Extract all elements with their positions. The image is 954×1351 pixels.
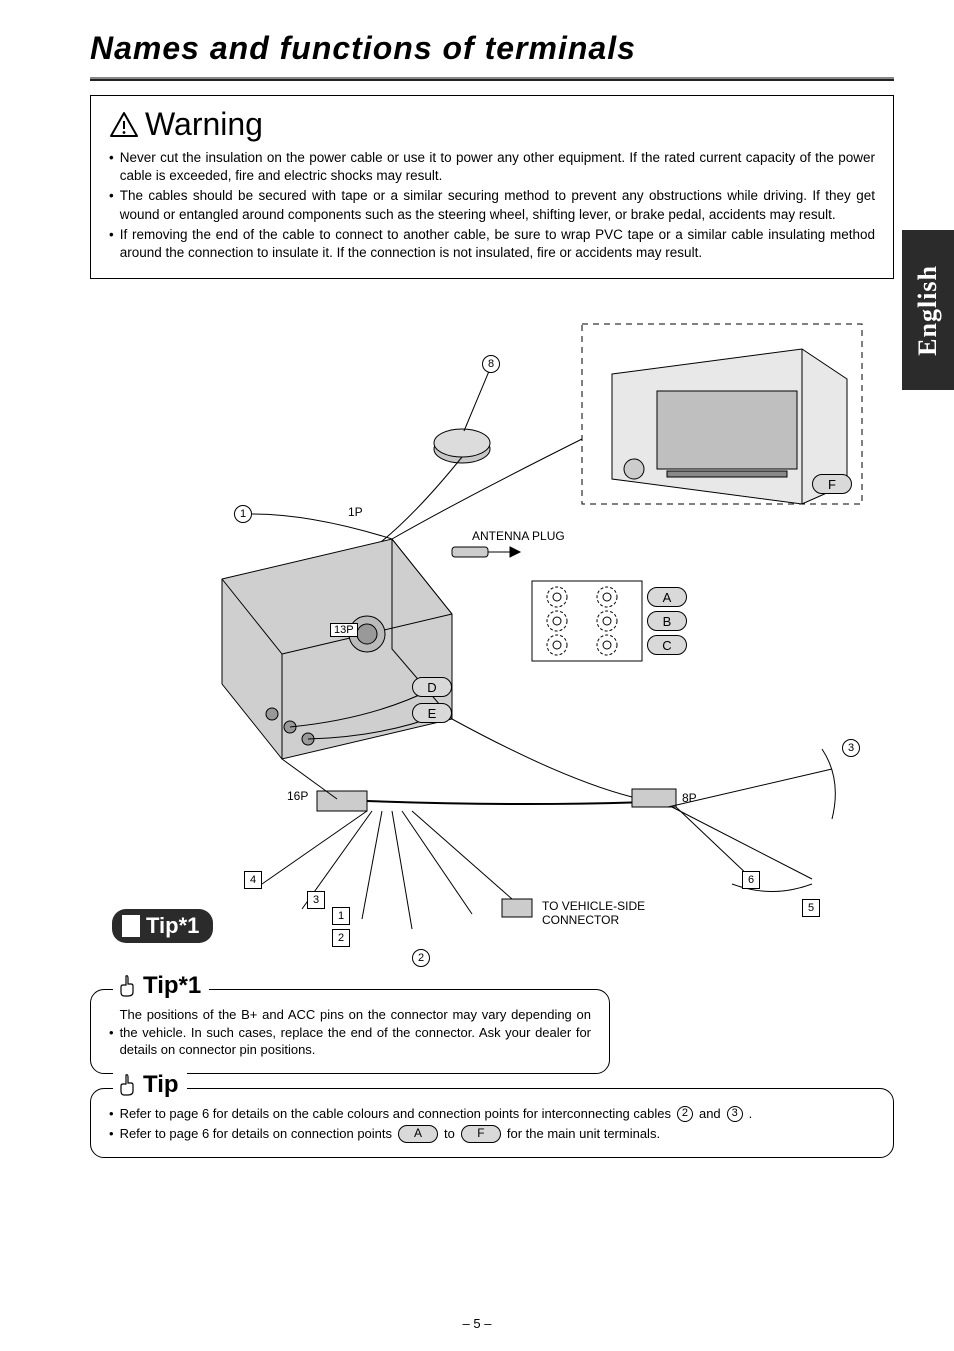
callout-square-1: 1 [332, 907, 350, 925]
label-16P: 16P [287, 789, 308, 803]
diagram: 8 1 3 2 1 2 3 4 5 6 A B C D E F 1P 13P 1… [112, 319, 872, 979]
language-tab: English [902, 230, 954, 390]
warning-triangle-icon [109, 111, 139, 139]
warning-item: •The cables should be secured with tape … [109, 187, 875, 223]
tip-line2-a: Refer to page 6 for details on connectio… [120, 1125, 392, 1143]
tip1-box: Tip*1 •The positions of the B+ and ACC p… [90, 989, 610, 1074]
callout-pill-B: B [647, 611, 687, 631]
label-1P: 1P [348, 505, 363, 519]
callout-square-4: 4 [244, 871, 262, 889]
label-vehicle-side: TO VEHICLE-SIDE CONNECTOR [542, 899, 662, 927]
tip-legend: Tip [113, 1071, 187, 1099]
label-13P: 13P [330, 623, 358, 637]
label-8P: 8P [682, 791, 697, 805]
tip1-body-text: The positions of the B+ and ACC pins on … [120, 1006, 591, 1059]
warning-item-text: The cables should be secured with tape o… [120, 187, 875, 223]
tip-box: Tip • Refer to page 6 for details on the… [90, 1088, 894, 1158]
ref-pill-A: A [398, 1125, 438, 1143]
tip-line1-b: and [699, 1105, 721, 1123]
warning-list: •Never cut the insulation on the power c… [109, 149, 875, 262]
point-hand-icon [117, 1072, 137, 1098]
callout-square-6: 6 [742, 871, 760, 889]
page-number: – 5 – [0, 1316, 954, 1331]
language-tab-text: English [913, 265, 943, 356]
warning-item: •Never cut the insulation on the power c… [109, 149, 875, 185]
tip-line2-b: to [444, 1125, 455, 1143]
tip1-body: •The positions of the B+ and ACC pins on… [109, 1006, 591, 1059]
callout-pill-F: F [812, 474, 852, 494]
callout-pill-E: E [412, 703, 452, 723]
tip-line1-a: Refer to page 6 for details on the cable… [120, 1105, 671, 1123]
tip1-legend-text: Tip*1 [143, 972, 201, 1000]
callout-pill-A: A [647, 587, 687, 607]
warning-item-text: If removing the end of the cable to conn… [120, 226, 875, 262]
tip1-badge-text: Tip*1 [146, 913, 199, 939]
callout-pill-D: D [412, 677, 452, 697]
point-hand-icon [117, 973, 137, 999]
tip-line2-c: for the main unit terminals. [507, 1125, 660, 1143]
callout-pill-C: C [647, 635, 687, 655]
point-hand-icon [120, 913, 140, 937]
ref-circled-3: 3 [727, 1106, 743, 1122]
title-rule [90, 77, 894, 81]
tip1-badge: Tip*1 [112, 909, 213, 943]
page-title: Names and functions of terminals [90, 30, 894, 71]
warning-box: Warning •Never cut the insulation on the… [90, 95, 894, 279]
warning-heading: Warning [109, 106, 875, 143]
tip-line1-c: . [749, 1105, 753, 1123]
label-antenna: ANTENNA PLUG [472, 529, 565, 543]
ref-circled-2: 2 [677, 1106, 693, 1122]
ref-pill-F: F [461, 1125, 501, 1143]
callout-square-3: 3 [307, 891, 325, 909]
warning-item: •If removing the end of the cable to con… [109, 226, 875, 262]
callout-square-5: 5 [802, 899, 820, 917]
callout-square-2: 2 [332, 929, 350, 947]
warning-heading-text: Warning [145, 106, 263, 143]
tip1-legend: Tip*1 [113, 972, 209, 1000]
warning-item-text: Never cut the insulation on the power ca… [120, 149, 875, 185]
tip-legend-text: Tip [143, 1071, 179, 1099]
tip-body: • Refer to page 6 for details on the cab… [109, 1105, 875, 1143]
